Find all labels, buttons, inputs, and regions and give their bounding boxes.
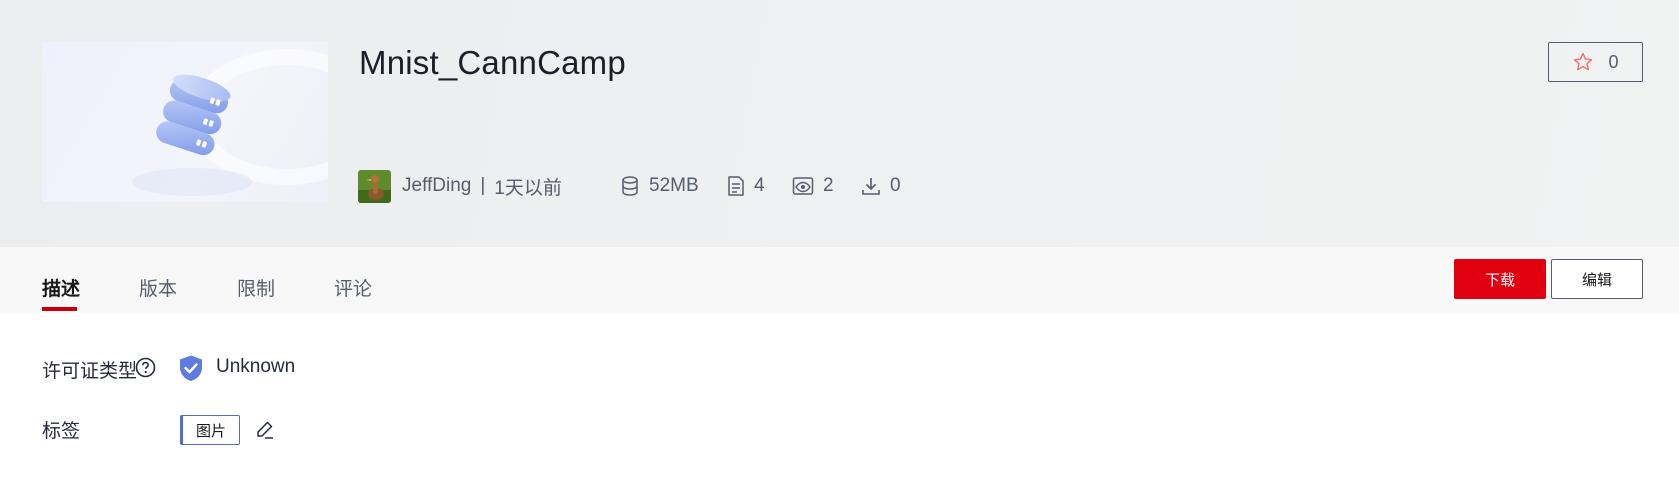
tab-description[interactable]: 描述 — [42, 274, 80, 301]
database-icon — [622, 176, 638, 196]
star-icon — [1574, 52, 1593, 71]
views-value: 2 — [823, 175, 834, 196]
tab-restrictions[interactable]: 限制 — [237, 274, 275, 301]
star-button[interactable]: 0 — [1548, 42, 1643, 82]
size-value: 52MB — [649, 175, 699, 196]
meta-separator: | — [480, 175, 486, 196]
shield-check-icon — [180, 355, 202, 381]
updated-time: 1天以前 — [494, 177, 562, 199]
dataset-header: Mnist_CannCamp 0 JeffDing | 1天以前 52MB 4 … — [0, 0, 1679, 247]
eye-icon — [792, 177, 814, 195]
tab-versions[interactable]: 版本 — [139, 274, 177, 301]
tab-bar: 描述 版本 限制 评论 — [0, 247, 1679, 313]
dataset-meta: JeffDing | 1天以前 52MB 4 2 0 — [358, 169, 901, 203]
tags-label: 标签 — [42, 421, 81, 442]
downloads-stat: 0 — [861, 169, 901, 203]
license-label: 许可证类型 — [42, 361, 138, 382]
edit-button[interactable]: 编辑 — [1551, 259, 1643, 299]
author-link[interactable]: JeffDing — [402, 175, 471, 197]
tag-chip[interactable]: 图片 — [180, 415, 240, 445]
files-stat: 4 — [727, 169, 765, 203]
download-button[interactable]: 下载 — [1454, 259, 1546, 299]
size-stat: 52MB — [620, 169, 699, 203]
star-count: 0 — [1608, 51, 1619, 72]
database-cover-icon — [132, 49, 328, 196]
tab-comments[interactable]: 评论 — [334, 274, 372, 301]
pencil-icon[interactable] — [255, 420, 275, 440]
dataset-cover-image — [42, 42, 328, 202]
files-value: 4 — [754, 175, 765, 196]
downloads-value: 0 — [890, 175, 901, 196]
help-icon[interactable] — [135, 357, 156, 378]
active-tab-indicator — [42, 307, 77, 311]
license-value: Unknown — [216, 356, 296, 377]
dataset-title: Mnist_CannCamp — [359, 44, 626, 81]
views-stat: 2 — [792, 169, 834, 203]
download-icon — [862, 178, 880, 195]
file-icon — [728, 176, 744, 196]
avatar[interactable] — [358, 169, 391, 203]
